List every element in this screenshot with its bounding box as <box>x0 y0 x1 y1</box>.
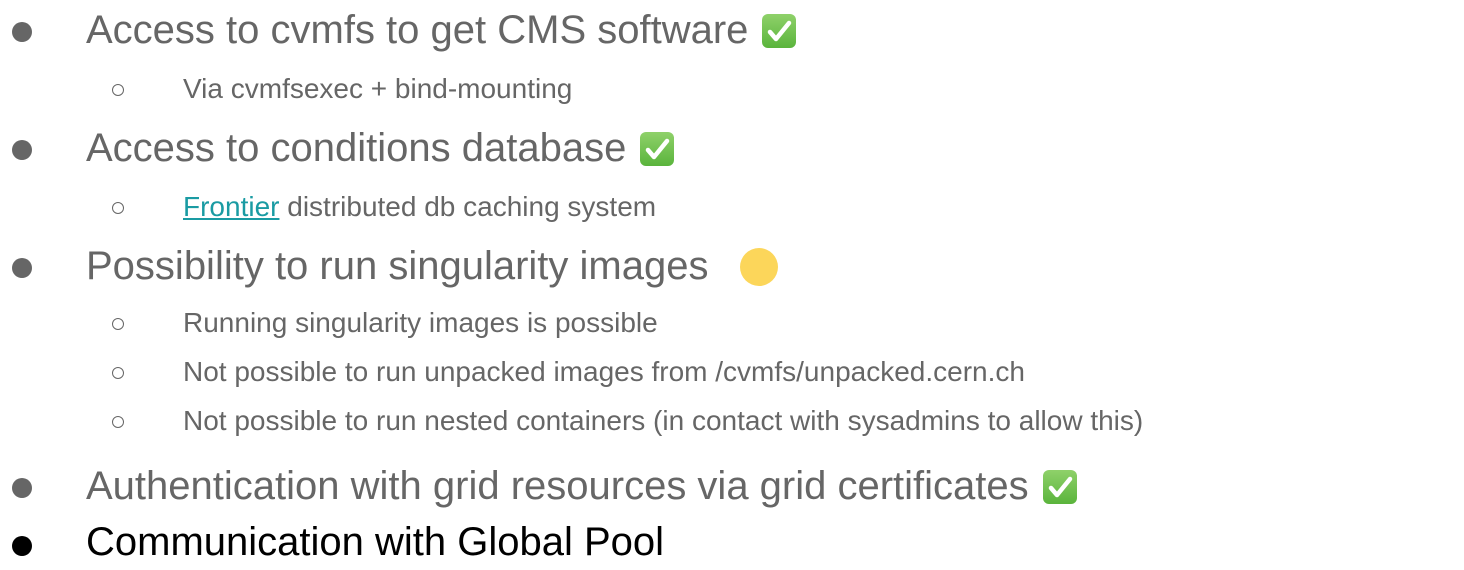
list-item-text: Access to cvmfs to get CMS software <box>86 8 797 53</box>
sub-item-text: Not possible to run nested containers (i… <box>183 405 1144 436</box>
sub-item-text: Via cvmfsexec + bind-mounting <box>183 73 573 104</box>
yellow-circle-icon <box>740 247 779 286</box>
green-check-icon <box>640 131 675 166</box>
hollow-bullet-icon <box>112 202 124 214</box>
green-check-icon <box>1042 469 1077 504</box>
bullet-dot-icon <box>12 140 32 160</box>
green-check-icon <box>762 13 797 48</box>
list-item-text: Authentication with grid resources via g… <box>86 464 1077 509</box>
bullet-dot-icon <box>12 536 32 556</box>
hollow-bullet-icon <box>112 416 124 428</box>
bullet-list: Access to cvmfs to get CMS software Via … <box>0 0 1464 570</box>
list-item-text: Access to conditions database <box>86 126 675 171</box>
frontier-link[interactable]: Frontier <box>183 191 279 222</box>
bullet-dot-icon <box>12 22 32 42</box>
sub-item-text: Running singularity images is possible <box>183 307 658 338</box>
sub-item-text: Frontier distributed db caching system <box>183 191 657 222</box>
sub-item-text: Not possible to run unpacked images from… <box>183 356 1025 387</box>
hollow-bullet-icon <box>112 318 124 330</box>
bullet-dot-icon <box>12 258 32 278</box>
list-item-text: Possibility to run singularity images <box>86 244 779 289</box>
hollow-bullet-icon <box>112 84 124 96</box>
list-item-text: Communication with Global Pool <box>86 520 665 564</box>
hollow-bullet-icon <box>112 367 124 379</box>
bullet-dot-icon <box>12 478 32 498</box>
